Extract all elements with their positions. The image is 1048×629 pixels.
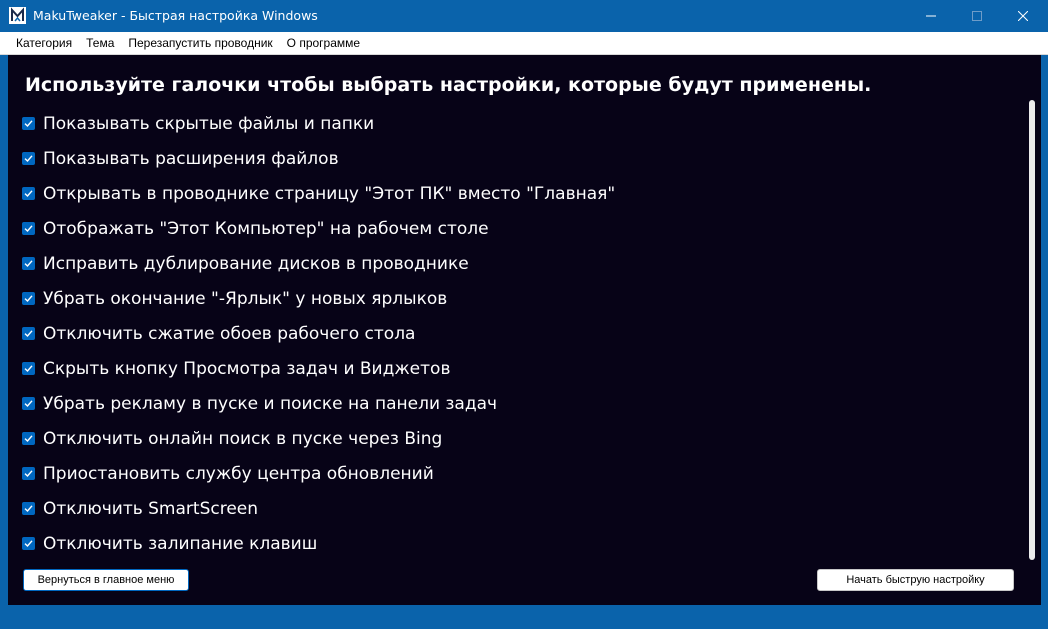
window-title: MakuTweaker - Быстрая настройка Windows — [33, 8, 318, 23]
checkbox[interactable] — [22, 397, 35, 410]
checkbox[interactable] — [22, 432, 35, 445]
checkbox[interactable] — [22, 327, 35, 340]
checkmark-icon — [24, 365, 33, 373]
checkbox[interactable] — [22, 257, 35, 270]
checkbox[interactable] — [22, 467, 35, 480]
checkmark-icon — [24, 330, 33, 338]
option-label: Убрать рекламу в пуске и поиске на панел… — [43, 393, 498, 414]
checkbox[interactable] — [22, 502, 35, 515]
checkmark-icon — [24, 295, 33, 303]
maximize-button[interactable] — [954, 0, 1000, 32]
option-row[interactable]: Убрать рекламу в пуске и поиске на панел… — [22, 386, 1022, 421]
options-list: Показывать скрытые файлы и папки Показыва… — [22, 106, 1022, 561]
option-label: Скрыть кнопку Просмотра задач и Виджетов — [43, 358, 451, 379]
checkmark-icon — [24, 400, 33, 408]
checkmark-icon — [24, 435, 33, 443]
option-row[interactable]: Отключить онлайн поиск в пуске через Bin… — [22, 421, 1022, 456]
checkbox[interactable] — [22, 152, 35, 165]
option-label: Показывать скрытые файлы и папки — [43, 113, 375, 134]
checkbox[interactable] — [22, 117, 35, 130]
checkmark-icon — [24, 470, 33, 478]
checkmark-icon — [24, 225, 33, 233]
close-icon — [1018, 11, 1028, 21]
option-label: Отключить SmartScreen — [43, 498, 259, 519]
option-label: Показывать расширения файлов — [43, 148, 339, 169]
checkmark-icon — [24, 505, 33, 513]
option-row[interactable]: Отображать "Этот Компьютер" на рабочем с… — [22, 211, 1022, 246]
app-logo-icon — [9, 7, 26, 24]
menu-bar: Категория Тема Перезапустить проводник О… — [0, 32, 1048, 55]
option-row[interactable]: Отключить сжатие обоев рабочего стола — [22, 316, 1022, 351]
minimize-button[interactable] — [908, 0, 954, 32]
checkbox[interactable] — [22, 362, 35, 375]
checkmark-icon — [24, 540, 33, 548]
option-row[interactable]: Показывать скрытые файлы и папки — [22, 106, 1022, 141]
checkbox[interactable] — [22, 292, 35, 305]
option-row[interactable]: Открывать в проводнике страницу "Этот ПК… — [22, 176, 1022, 211]
menu-item-about[interactable]: О программе — [280, 32, 367, 54]
option-row[interactable]: Показывать расширения файлов — [22, 141, 1022, 176]
title-bar[interactable]: MakuTweaker - Быстрая настройка Windows — [0, 0, 1048, 32]
option-row[interactable]: Отключить SmartScreen — [22, 491, 1022, 526]
option-row[interactable]: Отключить залипание клавиш — [22, 526, 1022, 561]
checkmark-icon — [24, 155, 33, 163]
page-title: Используйте галочки чтобы выбрать настро… — [25, 74, 872, 96]
checkmark-icon — [24, 120, 33, 128]
main-content: Используйте галочки чтобы выбрать настро… — [8, 55, 1041, 605]
option-label: Отключить сжатие обоев рабочего стола — [43, 323, 416, 344]
back-to-main-menu-button[interactable]: Вернуться в главное меню — [23, 569, 189, 591]
maximize-icon — [972, 11, 982, 21]
minimize-icon — [926, 15, 936, 17]
option-label: Открывать в проводнике страницу "Этот ПК… — [43, 183, 616, 204]
option-label: Приостановить службу центра обновлений — [43, 463, 434, 484]
checkbox[interactable] — [22, 537, 35, 550]
checkbox[interactable] — [22, 187, 35, 200]
option-label: Отключить онлайн поиск в пуске через Bin… — [43, 428, 443, 449]
checkbox[interactable] — [22, 222, 35, 235]
option-row[interactable]: Приостановить службу центра обновлений — [22, 456, 1022, 491]
menu-item-theme[interactable]: Тема — [79, 32, 121, 54]
option-row[interactable]: Скрыть кнопку Просмотра задач и Виджетов — [22, 351, 1022, 386]
checkmark-icon — [24, 190, 33, 198]
menu-item-restart-explorer[interactable]: Перезапустить проводник — [121, 32, 279, 54]
app-window: MakuTweaker - Быстрая настройка Windows … — [0, 0, 1048, 629]
option-label: Отображать "Этот Компьютер" на рабочем с… — [43, 218, 489, 239]
vertical-scrollbar[interactable] — [1029, 100, 1035, 560]
option-row[interactable]: Убрать окончание "-Ярлык" у новых ярлыко… — [22, 281, 1022, 316]
option-label: Отключить залипание клавиш — [43, 533, 318, 554]
start-quick-setup-button[interactable]: Начать быструю настройку — [817, 569, 1014, 591]
option-row[interactable]: Исправить дублирование дисков в проводни… — [22, 246, 1022, 281]
menu-item-category[interactable]: Категория — [9, 32, 79, 54]
option-label: Исправить дублирование дисков в проводни… — [43, 253, 469, 274]
option-label: Убрать окончание "-Ярлык" у новых ярлыко… — [43, 288, 448, 309]
close-button[interactable] — [1000, 0, 1046, 32]
checkmark-icon — [24, 260, 33, 268]
